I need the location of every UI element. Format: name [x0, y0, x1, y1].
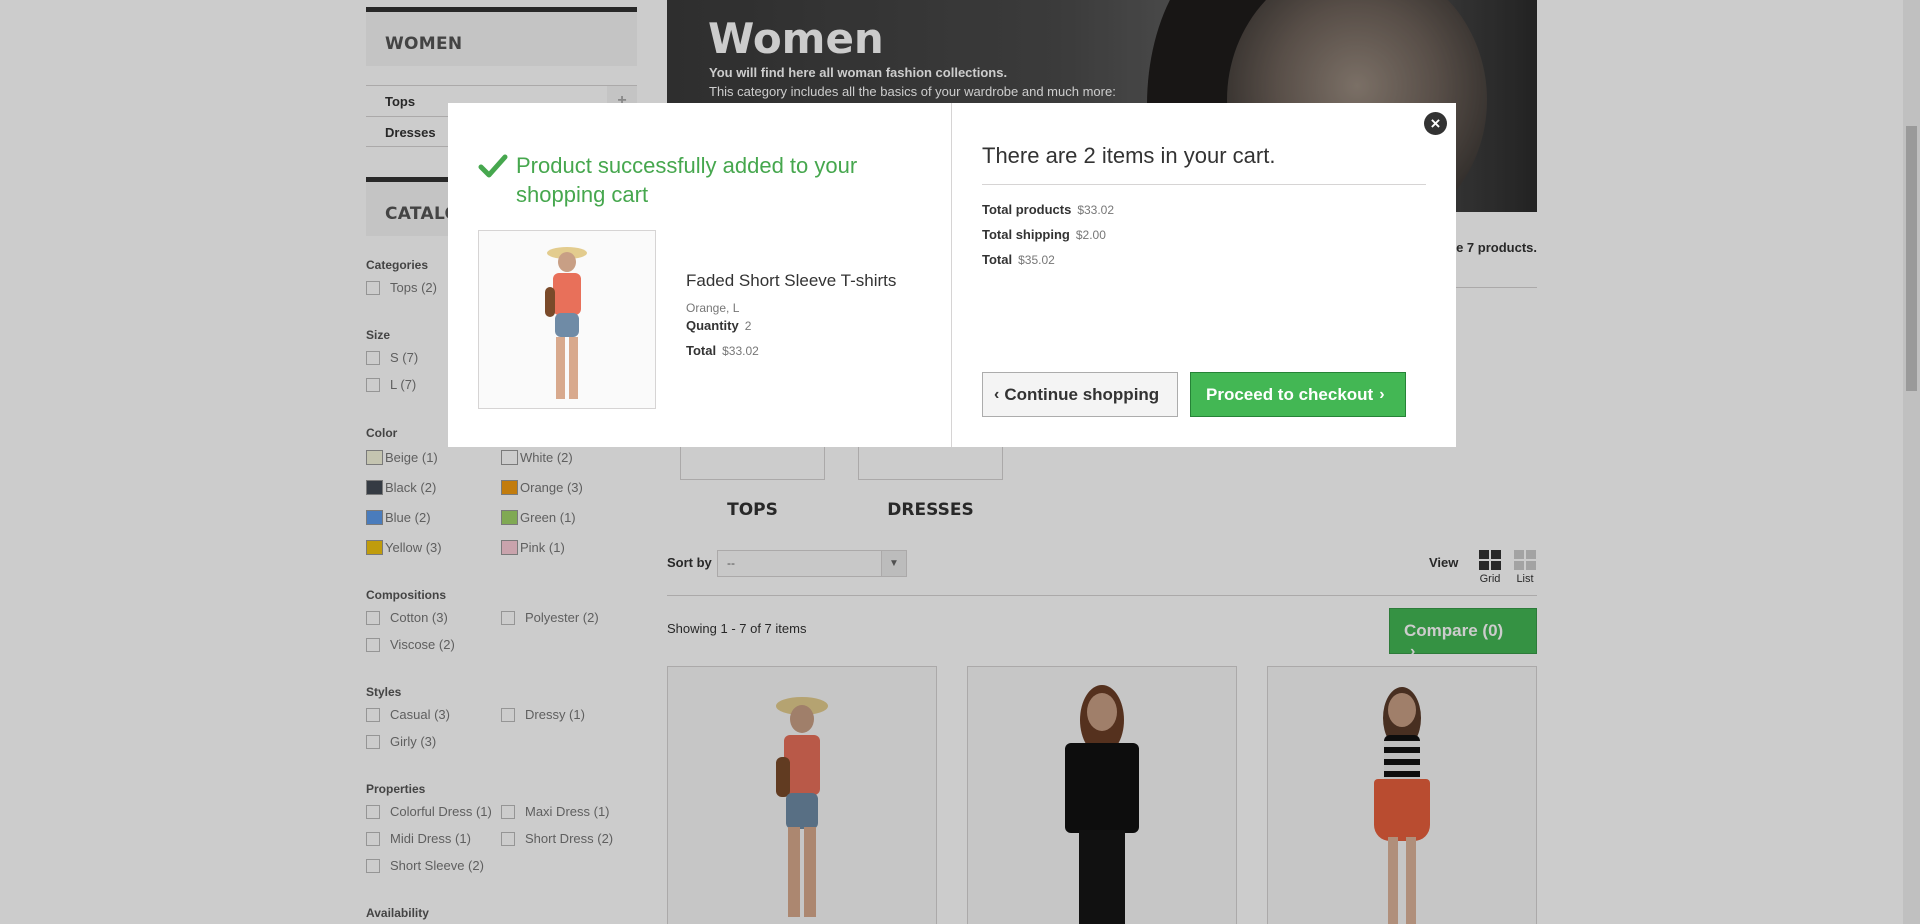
grand-total-label: Total [982, 252, 1013, 267]
total-shipping-value: $2.00 [1075, 228, 1106, 242]
proceed-to-checkout-label: Proceed to checkout [1206, 384, 1374, 404]
continue-shopping-label: Continue shopping [1004, 384, 1160, 404]
total-products-line: Total products $33.02 [982, 202, 1114, 217]
quantity-value: 2 [744, 319, 752, 333]
product-thumbnail-image [537, 247, 597, 407]
success-text: Product successfully added to your shopp… [516, 153, 858, 207]
chevron-left-icon: ‹ [994, 385, 1000, 403]
chevron-right-icon: › [1379, 385, 1385, 403]
add-to-cart-modal: Product successfully added to your shopp… [448, 103, 1456, 447]
modal-cart-panel: × There are 2 items in your cart. Total … [952, 103, 1456, 447]
total-shipping-label: Total shipping [982, 227, 1070, 242]
success-message: Product successfully added to your shopp… [478, 151, 898, 209]
total-shipping-line: Total shipping $2.00 [982, 227, 1106, 242]
cart-count-text: There are 2 items in your cart. [982, 143, 1426, 185]
modal-product-panel: Product successfully added to your shopp… [448, 103, 952, 447]
product-quantity: Quantity 2 [686, 318, 751, 333]
total-products-label: Total products [982, 202, 1072, 217]
product-thumbnail [478, 230, 656, 409]
product-name: Faded Short Sleeve T-shirts [686, 271, 897, 290]
total-value: $33.02 [722, 344, 759, 358]
product-attributes: Orange, L [686, 301, 740, 315]
continue-shopping-button[interactable]: ‹ Continue shopping [982, 372, 1178, 417]
total-products-value: $33.02 [1077, 203, 1115, 217]
total-label: Total [686, 343, 717, 358]
product-total: Total $33.02 [686, 343, 759, 358]
grand-total-value: $35.02 [1018, 253, 1055, 267]
grand-total-line: Total $35.02 [982, 252, 1055, 267]
quantity-label: Quantity [686, 318, 739, 333]
check-icon [478, 154, 508, 178]
proceed-to-checkout-button[interactable]: Proceed to checkout › [1190, 372, 1406, 417]
close-icon[interactable]: × [1424, 112, 1447, 135]
